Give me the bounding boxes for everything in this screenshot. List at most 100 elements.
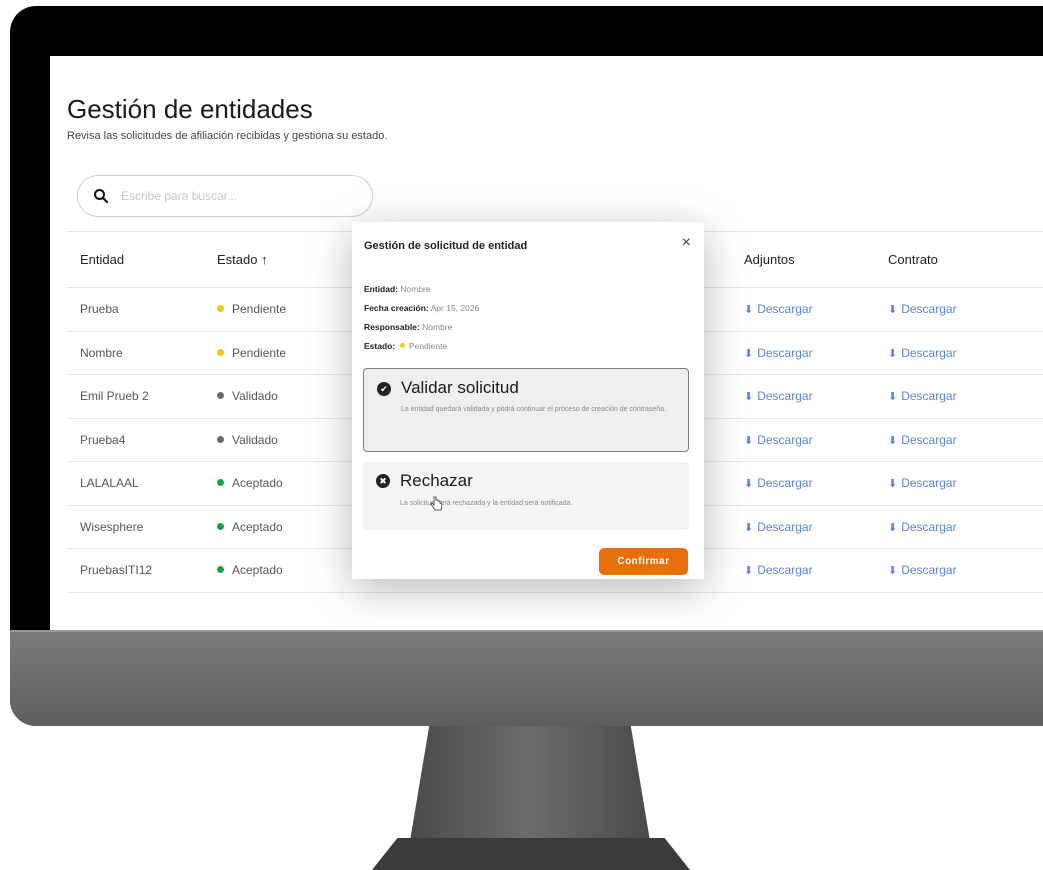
header-adjuntos[interactable]: Adjuntos bbox=[731, 231, 875, 288]
download-icon: ⬇ bbox=[744, 304, 754, 317]
status-dot bbox=[217, 348, 224, 356]
download-icon: ⬇ bbox=[888, 565, 898, 578]
status-dot bbox=[217, 305, 224, 313]
download-label: Descargar bbox=[901, 563, 957, 578]
cell-adjuntos: ⬇ Descargar bbox=[731, 374, 875, 419]
info-entidad: Entidad: Nombre bbox=[364, 284, 431, 294]
search-input[interactable] bbox=[121, 189, 341, 203]
download-icon: ⬇ bbox=[888, 304, 898, 317]
option-rechazar-label: Rechazar bbox=[400, 471, 473, 490]
search-bar[interactable] bbox=[77, 175, 373, 217]
download-link[interactable]: ⬇ Descargar bbox=[888, 433, 957, 447]
download-link[interactable]: ⬇ Descargar bbox=[888, 520, 957, 534]
info-value: Apr 15, 2026 bbox=[430, 303, 480, 313]
hand-cursor-icon bbox=[430, 496, 443, 511]
download-icon: ⬇ bbox=[744, 565, 754, 578]
download-icon: ⬇ bbox=[744, 521, 754, 534]
cell-contrato: ⬇ Descargar bbox=[875, 505, 1043, 549]
download-icon: ⬇ bbox=[888, 391, 898, 404]
monitor-stand-neck bbox=[410, 726, 650, 841]
check-circle-icon: ✔ bbox=[377, 382, 391, 396]
status-dot bbox=[217, 435, 224, 443]
download-link[interactable]: ⬇ Descargar bbox=[888, 302, 957, 316]
x-circle-icon: ✖ bbox=[376, 474, 390, 488]
status-dot bbox=[399, 343, 405, 348]
download-link[interactable]: ⬇ Descargar bbox=[744, 476, 813, 490]
info-estado: Estado: Pendiente bbox=[364, 341, 447, 351]
info-label: Responsable: bbox=[364, 322, 420, 332]
option-rechazar[interactable]: ✖ Rechazar La solicitud será rechazada y… bbox=[363, 462, 689, 530]
cell-adjuntos: ⬇ Descargar bbox=[731, 287, 875, 332]
download-link[interactable]: ⬇ Descargar bbox=[744, 563, 813, 577]
cell-entidad: LALALAAL bbox=[67, 461, 204, 506]
download-label: Descargar bbox=[757, 476, 813, 491]
monitor-stand-base bbox=[372, 838, 690, 870]
cell-adjuntos: ⬇ Descargar bbox=[731, 418, 875, 462]
option-validar[interactable]: ✔ Validar solicitud La entidad quedará v… bbox=[363, 368, 689, 452]
header-entidad[interactable]: Entidad bbox=[67, 231, 204, 288]
close-icon[interactable]: × bbox=[682, 234, 691, 252]
cell-contrato: ⬇ Descargar bbox=[875, 461, 1043, 506]
search-icon bbox=[94, 189, 109, 204]
cell-entidad: Emil Prueb 2 bbox=[67, 374, 204, 419]
cell-adjuntos: ⬇ Descargar bbox=[731, 331, 875, 375]
status-text: Aceptado bbox=[232, 476, 283, 491]
confirm-button[interactable]: Confirmar bbox=[599, 548, 688, 575]
download-icon: ⬇ bbox=[744, 434, 754, 447]
download-link[interactable]: ⬇ Descargar bbox=[888, 563, 957, 577]
download-icon: ⬇ bbox=[888, 347, 898, 360]
download-icon: ⬇ bbox=[888, 478, 898, 491]
download-label: Descargar bbox=[757, 563, 813, 578]
status-dot bbox=[217, 522, 224, 530]
download-link[interactable]: ⬇ Descargar bbox=[744, 433, 813, 447]
cell-entidad: Prueba4 bbox=[67, 418, 204, 462]
download-label: Descargar bbox=[901, 345, 957, 360]
modal-title: Gestión de solicitud de entidad bbox=[364, 240, 528, 252]
download-link[interactable]: ⬇ Descargar bbox=[744, 346, 813, 360]
monitor-frame: Gestión de entidades Revisa las solicitu… bbox=[10, 6, 1043, 726]
download-label: Descargar bbox=[901, 302, 957, 317]
option-rechazar-description: La solicitud será rechazada y la entidad… bbox=[400, 500, 573, 507]
status-dot bbox=[217, 392, 224, 400]
cell-entidad: Prueba bbox=[67, 287, 204, 332]
download-icon: ⬇ bbox=[744, 347, 754, 360]
cell-entidad: PruebasITI12 bbox=[67, 548, 204, 593]
download-link[interactable]: ⬇ Descargar bbox=[744, 389, 813, 403]
download-icon: ⬇ bbox=[744, 478, 754, 491]
download-icon: ⬇ bbox=[888, 521, 898, 534]
download-label: Descargar bbox=[757, 519, 813, 534]
status-text: Aceptado bbox=[232, 563, 283, 578]
info-value: Pendiente bbox=[408, 341, 448, 351]
cell-entidad: Wisesphere bbox=[67, 505, 204, 549]
status-text: Validado bbox=[232, 389, 278, 404]
status-text: Aceptado bbox=[232, 519, 283, 534]
info-label: Fecha creación: bbox=[364, 303, 429, 313]
status-text: Pendiente bbox=[232, 345, 287, 360]
monitor-chin bbox=[10, 630, 1043, 726]
download-link[interactable]: ⬇ Descargar bbox=[744, 520, 813, 534]
page-subtitle: Revisa las solicitudes de afiliación rec… bbox=[67, 130, 388, 142]
download-label: Descargar bbox=[757, 389, 813, 404]
download-label: Descargar bbox=[757, 345, 813, 360]
download-label: Descargar bbox=[757, 302, 813, 317]
download-link[interactable]: ⬇ Descargar bbox=[888, 476, 957, 490]
cell-adjuntos: ⬇ Descargar bbox=[731, 505, 875, 549]
status-text: Validado bbox=[232, 432, 278, 447]
download-label: Descargar bbox=[901, 432, 957, 447]
status-text: Pendiente bbox=[232, 302, 287, 317]
cell-contrato: ⬇ Descargar bbox=[875, 548, 1043, 593]
cell-entidad: Nombre bbox=[67, 331, 204, 375]
request-modal: Gestión de solicitud de entidad × Entida… bbox=[352, 222, 704, 579]
download-label: Descargar bbox=[901, 519, 957, 534]
cell-adjuntos: ⬇ Descargar bbox=[731, 461, 875, 506]
header-contrato[interactable]: Contrato bbox=[875, 231, 1043, 288]
download-link[interactable]: ⬇ Descargar bbox=[888, 389, 957, 403]
download-link[interactable]: ⬇ Descargar bbox=[888, 346, 957, 360]
download-label: Descargar bbox=[901, 389, 957, 404]
cell-adjuntos: ⬇ Descargar bbox=[731, 548, 875, 593]
download-icon: ⬇ bbox=[888, 434, 898, 447]
screen: Gestión de entidades Revisa las solicitu… bbox=[50, 56, 1043, 630]
download-link[interactable]: ⬇ Descargar bbox=[744, 302, 813, 316]
cell-contrato: ⬇ Descargar bbox=[875, 418, 1043, 462]
option-validar-label: Validar solicitud bbox=[401, 378, 519, 397]
